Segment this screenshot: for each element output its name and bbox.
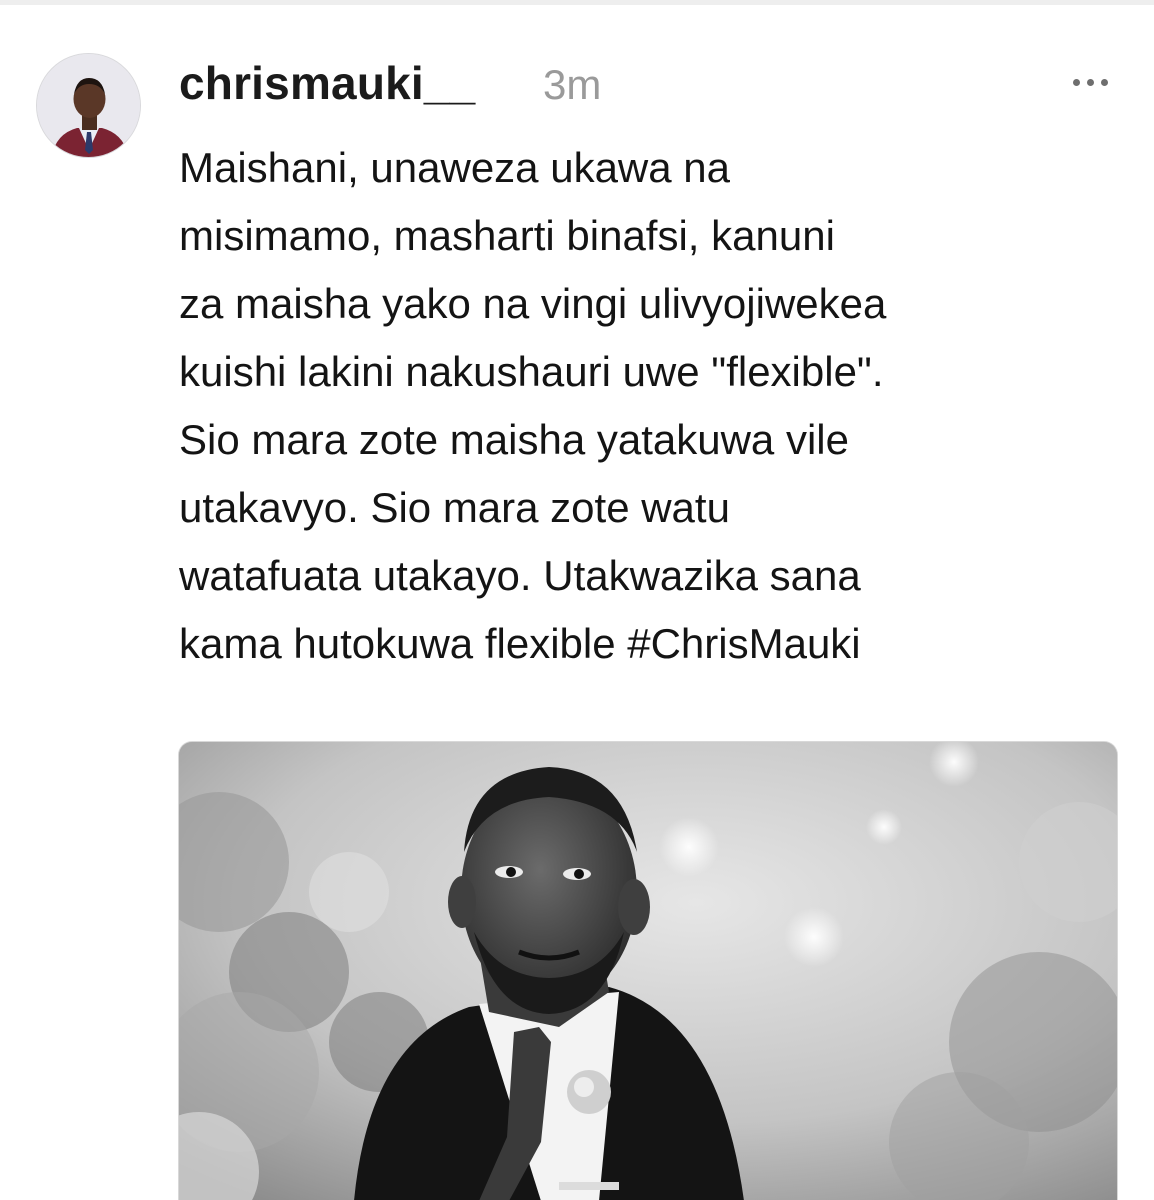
username[interactable]: chrismauki__: [179, 56, 475, 110]
post: chrismauki__ 3m Maishani, unaweza ukawa …: [0, 0, 1154, 1200]
timestamp: 3m: [543, 61, 602, 108]
more-horizontal-icon: [1072, 78, 1080, 86]
avatar[interactable]: [36, 53, 141, 158]
post-text-line: Maishani, unaweza ukawa na: [179, 144, 731, 191]
post-image[interactable]: [178, 741, 1118, 1200]
more-options-button[interactable]: [1060, 62, 1120, 102]
more-horizontal-icon: [1100, 78, 1108, 86]
post-text-line: Sio mara zote maisha yatakuwa vile: [179, 416, 849, 463]
post-text-line: kuishi lakini nakushauri uwe "flexible".: [179, 348, 884, 395]
post-text-line: za maisha yako na vingi ulivyojiwekea: [179, 280, 887, 327]
post-text-line: kama hutokuwa flexible #ChrisMauki: [179, 620, 861, 667]
post-text-line: misimamo, masharti binafsi, kanuni: [179, 212, 835, 259]
post-text: Maishani, unaweza ukawa na misimamo, mas…: [179, 134, 1139, 678]
more-horizontal-icon: [1086, 78, 1094, 86]
post-text-line: watafuata utakayo. Utakwazika sana: [179, 552, 861, 599]
post-text-line: utakavyo. Sio mara zote watu: [179, 484, 730, 531]
